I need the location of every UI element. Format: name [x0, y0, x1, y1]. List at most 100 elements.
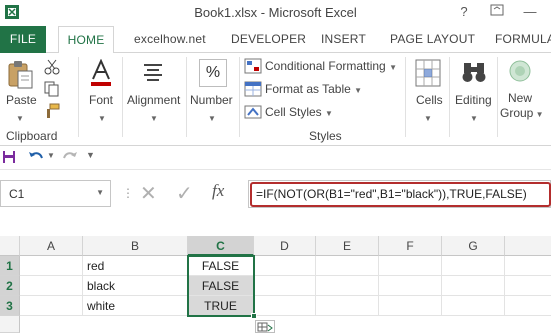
format-as-table-icon	[244, 81, 262, 97]
column-header-f[interactable]: F	[379, 236, 442, 256]
chevron-down-icon: ▼	[325, 109, 333, 118]
tab-developer[interactable]: DEVELOPER	[231, 26, 306, 53]
tab-home[interactable]: HOME	[58, 26, 114, 54]
undo-icon[interactable]	[28, 150, 44, 164]
ribbon-divider	[405, 57, 406, 137]
font-group-button[interactable]	[89, 58, 113, 90]
row-header-2[interactable]: 2	[0, 276, 20, 296]
chevron-down-icon: ▼	[354, 86, 363, 95]
ribbon-display-button[interactable]	[488, 3, 506, 21]
quick-analysis-button[interactable]	[255, 320, 275, 333]
name-box-dropdown-icon[interactable]: ▼	[96, 188, 104, 197]
column-header-e[interactable]: E	[316, 236, 379, 256]
cell-h3[interactable]	[505, 296, 551, 316]
chevron-down-icon: ▼	[389, 63, 397, 72]
row-header-4[interactable]	[0, 316, 20, 333]
cell-h2[interactable]	[505, 276, 551, 296]
cancel-icon[interactable]: ✕	[140, 181, 157, 206]
ribbon-divider	[239, 57, 240, 137]
copy-icon[interactable]	[44, 81, 60, 97]
tab-file[interactable]: FILE	[0, 26, 46, 53]
formula-bar: C1 ▼ ⋮ ✕ ✓ fx =IF(NOT(OR(B1="red",B1="bl…	[0, 176, 551, 212]
quick-analysis-icon	[257, 322, 273, 332]
undo-dropdown-icon[interactable]: ▼	[47, 151, 55, 160]
cell-h1[interactable]	[505, 256, 551, 276]
cell-e2[interactable]	[316, 276, 379, 296]
tab-formulas[interactable]: FORMULA	[495, 26, 551, 53]
cells-dropdown-caret[interactable]: ▼	[424, 110, 432, 124]
cell-styles-button[interactable]: Cell Styles ▼	[265, 105, 333, 119]
cell-f2[interactable]	[379, 276, 442, 296]
column-header-c[interactable]: C	[188, 236, 254, 256]
cell-d1[interactable]	[254, 256, 316, 276]
cell-styles-label: Cell Styles	[265, 105, 322, 119]
clipboard-group-label: Clipboard	[6, 129, 58, 143]
tab-page-layout[interactable]: PAGE LAYOUT	[390, 26, 475, 53]
cell-d3[interactable]	[254, 296, 316, 316]
conditional-formatting-icon	[244, 58, 262, 74]
column-header-a[interactable]: A	[20, 236, 83, 256]
minimize-button[interactable]: —	[521, 3, 539, 21]
editing-label: Editing	[455, 93, 492, 107]
editing-group-button[interactable]	[461, 59, 487, 88]
row-header-3[interactable]: 3	[0, 296, 20, 316]
name-box[interactable]: C1 ▼	[0, 180, 111, 207]
alignment-group-button[interactable]	[142, 61, 164, 86]
select-all-corner[interactable]	[0, 236, 20, 256]
ribbon-home: Paste ▼ Clipboard Font ▼ Alignment ▼ % N…	[0, 53, 551, 146]
customize-qat-icon[interactable]: ▼	[86, 150, 95, 160]
cell-g2[interactable]	[442, 276, 505, 296]
format-as-table-label: Format as Table	[265, 82, 351, 96]
cell-e1[interactable]	[316, 256, 379, 276]
column-header-g[interactable]: G	[442, 236, 505, 256]
cells-group-button[interactable]	[415, 59, 441, 90]
quick-access-toolbar: ▼ ▼	[0, 146, 551, 170]
format-painter-icon[interactable]	[44, 103, 60, 119]
format-as-table-button[interactable]: Format as Table ▼	[265, 82, 362, 96]
cell-b3[interactable]: white	[83, 296, 188, 316]
conditional-formatting-button[interactable]: Conditional Formatting ▼	[265, 59, 397, 73]
help-button[interactable]: ?	[455, 3, 473, 21]
cell-b2[interactable]: black	[83, 276, 188, 296]
column-header-b[interactable]: B	[83, 236, 188, 256]
cut-icon[interactable]	[44, 59, 60, 75]
cell-a1[interactable]	[20, 256, 83, 276]
paste-icon	[8, 61, 33, 89]
ribbon-divider	[78, 57, 79, 137]
font-dropdown-caret[interactable]: ▼	[98, 110, 106, 124]
cell-f3[interactable]	[379, 296, 442, 316]
ribbon-divider	[122, 57, 123, 137]
cell-g3[interactable]	[442, 296, 505, 316]
cells-label: Cells	[416, 93, 443, 107]
enter-icon[interactable]: ✓	[176, 181, 193, 206]
formula-text: =IF(NOT(OR(B1="red",B1="black")),TRUE,FA…	[256, 187, 527, 201]
cell-g1[interactable]	[442, 256, 505, 276]
tab-insert[interactable]: INSERT	[321, 26, 366, 53]
conditional-formatting-label: Conditional Formatting	[265, 59, 386, 73]
alignment-dropdown-caret[interactable]: ▼	[150, 110, 158, 124]
paste-button[interactable]	[6, 59, 36, 94]
column-header-d[interactable]: D	[254, 236, 316, 256]
cell-b1[interactable]: red	[83, 256, 188, 276]
new-group-label-line1: New	[508, 91, 533, 105]
tab-excelhow[interactable]: excelhow.net	[134, 26, 206, 53]
row-header-1[interactable]: 1	[0, 256, 20, 276]
fill-handle[interactable]	[251, 313, 257, 319]
cell-d2[interactable]	[254, 276, 316, 296]
save-icon[interactable]	[2, 150, 16, 164]
number-dropdown-caret[interactable]: ▼	[208, 110, 216, 124]
paste-dropdown-caret[interactable]: ▼	[16, 110, 24, 124]
ribbon-divider	[186, 57, 187, 137]
cell-f1[interactable]	[379, 256, 442, 276]
cell-e3[interactable]	[316, 296, 379, 316]
editing-dropdown-caret[interactable]: ▼	[470, 110, 478, 124]
new-group-button[interactable]	[508, 59, 532, 86]
cell-a2[interactable]	[20, 276, 83, 296]
redo-icon[interactable]	[62, 150, 78, 164]
percent-icon[interactable]: %	[199, 59, 227, 87]
worksheet-grid[interactable]: A B C D E F G 1 red FALSE 2 black FALSE …	[0, 236, 551, 333]
column-header-blank[interactable]	[505, 236, 551, 256]
cell-styles-icon	[244, 105, 262, 119]
insert-function-icon[interactable]: fx	[212, 181, 224, 201]
cell-a3[interactable]	[20, 296, 83, 316]
